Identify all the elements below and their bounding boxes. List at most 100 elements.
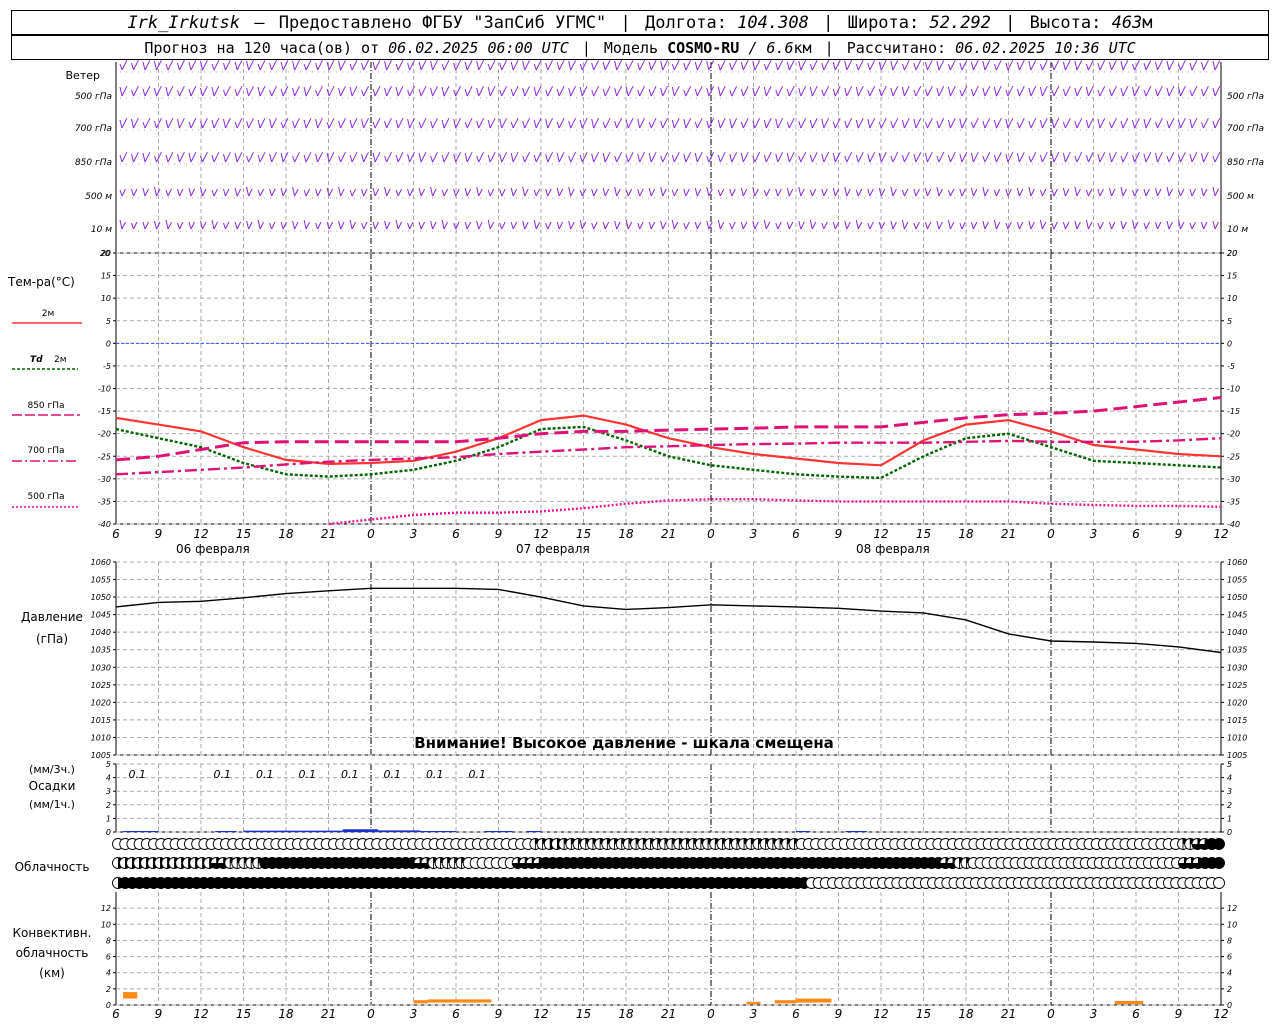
wind-barb [740,85,749,97]
wind-barb [1051,117,1060,129]
temp-hour-label: 15 [236,527,251,541]
wind-barb [637,117,646,129]
wind-barb [855,188,863,197]
wind-barb [752,85,761,97]
wind-barb [637,85,646,97]
wind-barb [338,117,346,129]
wind-level-label-right: 500 гПа [1227,92,1264,102]
wind-barb [556,187,564,197]
wind-barb [131,117,139,129]
wind-barb [890,85,899,97]
conv-cloud-bar [774,1000,796,1004]
longitude-label: Долгота: [645,13,727,33]
temp-panel-ytick-left: -40 [98,520,111,529]
conv-title-line2: облачность [16,946,89,960]
wind-barb [188,117,197,129]
wind-barb [522,151,531,163]
wind-barb [384,59,392,71]
wind-barb [1016,187,1024,197]
wind-barb [165,59,174,71]
wind-barb [1212,220,1219,230]
wind-barb [798,186,805,197]
wind-level-label-left: 700 гПа [75,124,112,134]
temp-title: Тем-ра(°C) [7,275,75,289]
wind-barb [1201,59,1209,71]
temp-panel-ytick-right: -35 [1227,497,1240,506]
wind-barb [315,85,323,97]
wind-barb [177,188,184,197]
wind-barb [740,59,749,71]
wind-barb [1005,85,1014,97]
wind-barb [464,85,473,97]
wind-barb [970,117,979,129]
wind-barb [487,117,496,129]
wind-level-label-right: 500 м [1227,192,1254,202]
temp-panel-ytick-right: -10 [1227,385,1240,394]
temp-hour-label: 3 [410,527,418,541]
wind-barb [1074,117,1083,129]
wind-barb [637,151,646,163]
wind-barb [901,151,910,163]
wind-barb [1132,219,1139,230]
wind-barb [867,85,876,97]
wind-barb [775,85,784,97]
wind-barb [200,151,208,163]
legend-td-label: Td [30,355,43,365]
wind-barb [1201,187,1208,197]
model-label: Модель [603,39,659,57]
wind-level-label-left: 10 м [91,225,112,235]
wind-barb [867,59,876,71]
wind-barb [844,220,851,230]
wind-barb [591,151,600,163]
legend-500-label: 500 гПа [27,492,64,502]
wind-barb [1051,85,1060,97]
wind-barb [1166,186,1173,197]
wind-barb [349,151,358,163]
wind-barb [890,59,899,71]
wind-barb [821,151,830,163]
wind-barb [671,151,680,163]
wind-barb [165,151,174,163]
wind-barb [602,117,611,129]
header-forecast-line: Прогноз на 120 часа(ов) от 06.02.2025 06… [11,35,1269,60]
wind-barb [522,59,531,71]
wind-barb [338,59,346,71]
temp-hour-label: 9 [155,527,163,541]
wind-barb [499,151,508,163]
model-resolution: / 6.6 [748,39,794,57]
wind-barb [211,85,220,97]
wind-barb [1155,117,1163,129]
wind-barb [1039,151,1048,163]
conv-panel-ytick-right: 10 [1227,920,1237,929]
precip-bar [300,830,343,832]
wind-barb [844,85,853,97]
wind-barb [142,85,151,97]
wind-barb [855,85,864,97]
wind-barb [878,151,887,163]
wind-barb [947,188,955,197]
wind-barb [1074,186,1081,197]
wind-barb [476,186,483,197]
wind-barb [637,221,644,230]
wind-barb [982,85,991,97]
wind-barb [476,220,483,230]
wind-barb [924,151,933,163]
temp-panel-ytick-right: 0 [1227,339,1232,348]
conv-hour-label: 21 [1001,1007,1016,1021]
conv-cloud-bar [427,999,492,1003]
wind-barb [763,117,772,129]
wind-barb [119,85,128,97]
wind-barb [407,221,414,230]
wind-barb [809,59,818,71]
wind-barb [292,220,299,230]
conv-hour-label: 18 [958,1007,974,1021]
conv-hour-label: 12 [193,1007,208,1021]
wind-barb [717,59,726,71]
wind-barb [349,219,357,230]
precip-bar [796,831,811,832]
wind-barb [211,117,220,129]
wind-barb [579,219,587,230]
wind-title: Ветер [66,69,100,82]
wind-barb [1085,117,1094,129]
wind-barb [1143,221,1150,230]
